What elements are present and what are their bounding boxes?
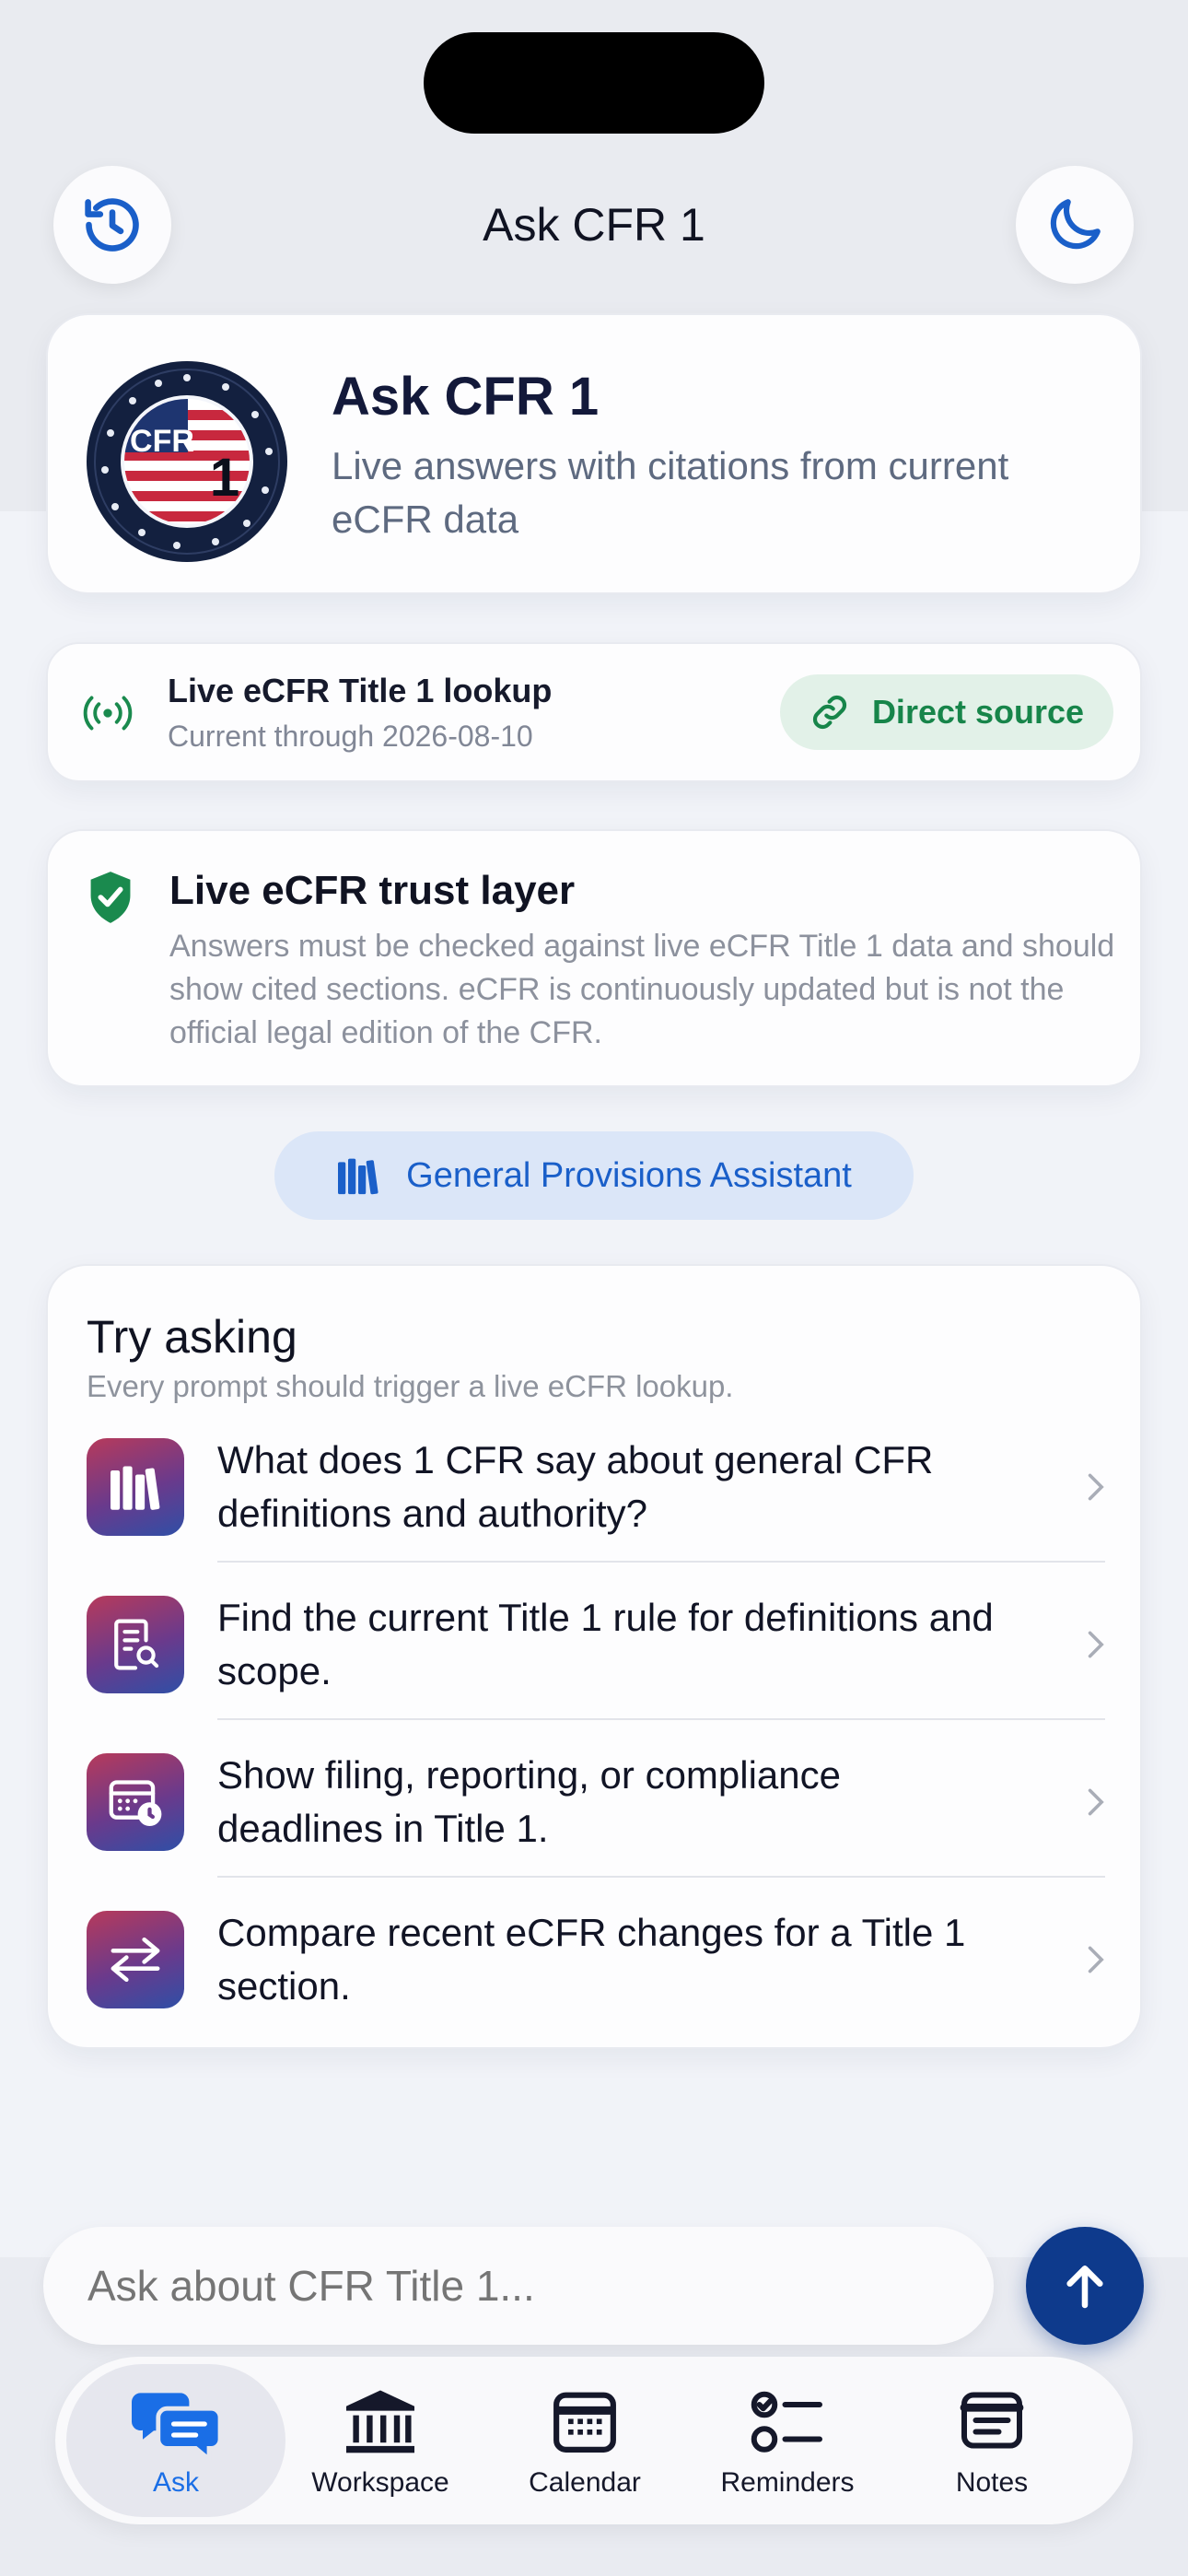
- arrow-up-icon: [1066, 2266, 1103, 2309]
- ask-input[interactable]: [43, 2227, 994, 2345]
- svg-text:CFR: CFR: [130, 424, 194, 459]
- tab-label: Ask: [152, 2467, 199, 2498]
- chevron-right-icon: [1088, 1631, 1104, 1658]
- trust-title: Live eCFR trust layer: [169, 868, 576, 913]
- prompt-text: Show filing, reporting, or compliance de…: [217, 1753, 842, 1850]
- lookup-title: Live eCFR Title 1 lookup: [168, 672, 553, 709]
- lookup-status-card: Live eCFR Title 1 lookup Current through…: [46, 642, 1142, 782]
- broadcast-icon: [83, 696, 133, 731]
- prompt-item[interactable]: What does 1 CFR say about general CFR de…: [48, 1413, 1144, 1570]
- hero-subtitle: Live answers with citations from current…: [332, 444, 1009, 541]
- prompt-item[interactable]: Show filing, reporting, or compliance de…: [48, 1728, 1144, 1885]
- chat-bubbles-icon: [132, 2393, 220, 2460]
- divider: [217, 1718, 1105, 1720]
- checklist-icon: [751, 2391, 822, 2453]
- divider: [217, 1876, 1105, 1878]
- tab-label: Reminders: [720, 2467, 855, 2498]
- trust-description: Answers must be checked against live eCF…: [169, 929, 1115, 1050]
- svg-text:1: 1: [210, 448, 239, 508]
- tab-label: Calendar: [529, 2467, 641, 2498]
- direct-source-label: Direct source: [871, 693, 1085, 731]
- note-icon: [960, 2392, 1024, 2449]
- calendar-clock-icon: [87, 1753, 184, 1851]
- link-icon: [812, 695, 847, 730]
- direct-source-button[interactable]: Direct source: [780, 674, 1113, 750]
- tab-notes[interactable]: Notes: [882, 2364, 1101, 2517]
- books-icon: [338, 1158, 379, 1195]
- assistant-mode-label: General Provisions Assistant: [406, 1155, 852, 1195]
- tab-calendar[interactable]: Calendar: [475, 2364, 694, 2517]
- hero-title: Ask CFR 1: [332, 367, 600, 427]
- prompts-title: Try asking: [87, 1311, 297, 1363]
- dark-mode-button[interactable]: [1016, 166, 1134, 284]
- moon-icon: [1050, 199, 1101, 250]
- prompt-text: What does 1 CFR say about general CFR de…: [217, 1438, 934, 1535]
- shield-check-icon: [90, 872, 131, 923]
- lookup-date: Current through 2026-08-10: [168, 720, 533, 753]
- document-search-icon: [87, 1596, 184, 1693]
- page-title: Ask CFR 1: [483, 199, 705, 251]
- books-icon: [87, 1438, 184, 1536]
- tab-label: Notes: [955, 2467, 1029, 2498]
- tab-workspace[interactable]: Workspace: [271, 2364, 490, 2517]
- tab-ask[interactable]: Ask: [66, 2364, 285, 2517]
- tab-label: Workspace: [311, 2467, 449, 2498]
- prompt-text: Compare recent eCFR changes for a Title …: [217, 1911, 966, 2008]
- chevron-right-icon: [1088, 1473, 1104, 1501]
- arrows-swap-icon: [87, 1911, 184, 2008]
- assistant-mode-pill[interactable]: General Provisions Assistant: [274, 1131, 914, 1220]
- trust-layer-card: Live eCFR trust layer Answers must be ch…: [46, 829, 1142, 1087]
- prompt-item[interactable]: Find the current Title 1 rule for defini…: [48, 1571, 1144, 1727]
- dynamic-island: [424, 32, 764, 134]
- prompts-subtitle: Every prompt should trigger a live eCFR …: [87, 1369, 734, 1403]
- send-button[interactable]: [1026, 2227, 1144, 2345]
- prompt-text: Find the current Title 1 rule for defini…: [217, 1596, 994, 1692]
- cfr-logo: CFR 1: [87, 361, 287, 562]
- suggested-prompts-card: Try asking Every prompt should trigger a…: [46, 1264, 1142, 2049]
- building-columns-icon: [346, 2390, 414, 2453]
- chevron-right-icon: [1088, 1788, 1104, 1816]
- chevron-right-icon: [1088, 1946, 1104, 1973]
- calendar-icon: [553, 2392, 616, 2453]
- prompt-item[interactable]: Compare recent eCFR changes for a Title …: [48, 1886, 1144, 2043]
- tab-reminders[interactable]: Reminders: [678, 2364, 897, 2517]
- tab-bar: Ask Workspace Calendar Reminders Notes: [55, 2357, 1133, 2524]
- divider: [217, 1561, 1105, 1563]
- hero-card: CFR 1 Ask CFR 1 Live answers with citati…: [46, 313, 1142, 594]
